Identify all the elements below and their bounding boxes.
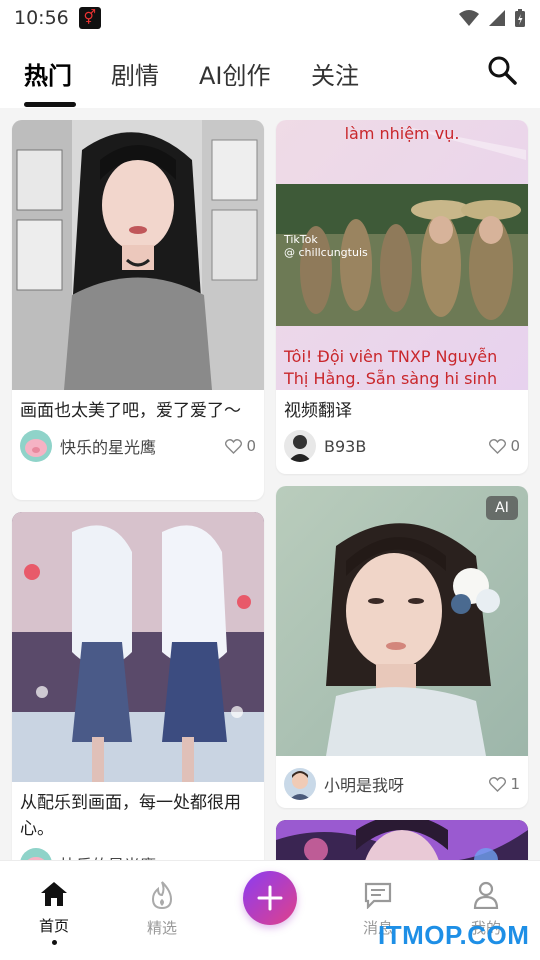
status-indicators bbox=[458, 8, 526, 28]
tab-hot[interactable]: 热门 bbox=[24, 56, 72, 91]
author-name[interactable]: 快乐的星光鹰 bbox=[60, 852, 256, 860]
feed-grid: 画面也太美了吧，爱了爱了～ 快乐的星光鹰 0 làm nhiệm vụ. Tik… bbox=[0, 108, 540, 860]
card-image bbox=[12, 512, 264, 782]
tab-following[interactable]: 关注 bbox=[311, 56, 359, 91]
like-button[interactable]: 0 bbox=[225, 437, 256, 455]
home-icon bbox=[41, 882, 67, 906]
flame-icon bbox=[151, 881, 173, 910]
tiktok-logo-text: TikTok bbox=[284, 233, 318, 246]
like-count: 0 bbox=[246, 437, 256, 455]
video-caption-top: làm nhiệm vụ. bbox=[344, 124, 460, 143]
author-name[interactable]: B93B bbox=[324, 437, 489, 456]
avatar[interactable] bbox=[20, 430, 52, 462]
create-button[interactable] bbox=[243, 871, 297, 925]
card-image bbox=[12, 120, 264, 390]
author-name[interactable]: 小明是我呀 bbox=[324, 772, 489, 796]
heart-icon bbox=[489, 438, 507, 454]
search-icon[interactable] bbox=[486, 54, 518, 86]
tiktok-username: @ chillcungtuis bbox=[284, 246, 368, 259]
card-title: 从配乐到画面，每一处都很用心。 bbox=[20, 793, 241, 839]
like-count: 0 bbox=[510, 437, 520, 455]
tab-ai-creation[interactable]: AI创作 bbox=[199, 56, 271, 91]
card-image: AI bbox=[276, 486, 528, 756]
heart-icon bbox=[489, 776, 507, 792]
feed-card[interactable]: 从配乐到画面，每一处都很用心。 快乐的星光鹰 bbox=[12, 512, 264, 860]
plus-icon bbox=[257, 885, 283, 911]
battery-icon bbox=[515, 9, 525, 27]
status-bar: 10:56 ⚥ bbox=[0, 0, 540, 36]
active-nav-dot bbox=[51, 940, 57, 945]
feed-card[interactable]: AI 小明是我呀 1 bbox=[276, 486, 528, 808]
top-tabs: 热门 剧情 AI创作 关注 bbox=[0, 36, 540, 108]
avatar[interactable] bbox=[284, 430, 316, 462]
feed-card[interactable] bbox=[276, 820, 528, 860]
card-image bbox=[276, 820, 528, 860]
profile-icon bbox=[473, 881, 499, 910]
author-name[interactable]: 快乐的星光鹰 bbox=[60, 434, 225, 458]
video-caption-bottom: Tôi! Đội viên TNXP Nguyễn Thị Hằng. Sẵn … bbox=[284, 347, 498, 388]
nav-featured[interactable]: 精选 bbox=[132, 881, 192, 938]
feed-card[interactable]: 画面也太美了吧，爱了爱了～ 快乐的星光鹰 0 bbox=[12, 120, 264, 500]
tab-drama[interactable]: 剧情 bbox=[111, 56, 159, 91]
ai-badge: AI bbox=[486, 496, 518, 520]
avatar[interactable] bbox=[20, 848, 52, 860]
nav-label: 精选 bbox=[146, 919, 177, 937]
watermark: ITMOP.COM bbox=[378, 920, 530, 950]
card-meta: 小明是我呀 1 bbox=[276, 762, 528, 806]
signal-icon bbox=[489, 10, 505, 26]
card-meta: B93B 0 bbox=[276, 424, 528, 468]
card-title: 画面也太美了吧，爱了爱了～ bbox=[20, 401, 241, 421]
card-title: 视频翻译 bbox=[284, 401, 352, 421]
status-time: 10:56 bbox=[14, 7, 69, 29]
nav-label: 首页 bbox=[38, 917, 69, 935]
card-meta: 快乐的星光鹰 bbox=[12, 842, 264, 860]
gender-symbol-icon: ⚥ bbox=[78, 7, 101, 29]
like-button[interactable]: 1 bbox=[489, 775, 520, 793]
card-meta: 快乐的星光鹰 0 bbox=[12, 424, 264, 468]
heart-icon bbox=[225, 438, 243, 454]
like-count: 1 bbox=[510, 775, 520, 793]
active-tab-indicator bbox=[24, 102, 76, 107]
avatar[interactable] bbox=[284, 768, 316, 800]
card-image: làm nhiệm vụ. TikTok @ chillcungtuis Tôi… bbox=[276, 120, 528, 390]
message-icon bbox=[364, 882, 392, 910]
feed-card[interactable]: làm nhiệm vụ. TikTok @ chillcungtuis Tôi… bbox=[276, 120, 528, 474]
tiktok-logo: TikTok @ chillcungtuis bbox=[284, 233, 368, 259]
nav-home[interactable]: 首页 bbox=[24, 881, 84, 945]
wifi-icon bbox=[459, 10, 479, 26]
like-button[interactable]: 0 bbox=[489, 437, 520, 455]
